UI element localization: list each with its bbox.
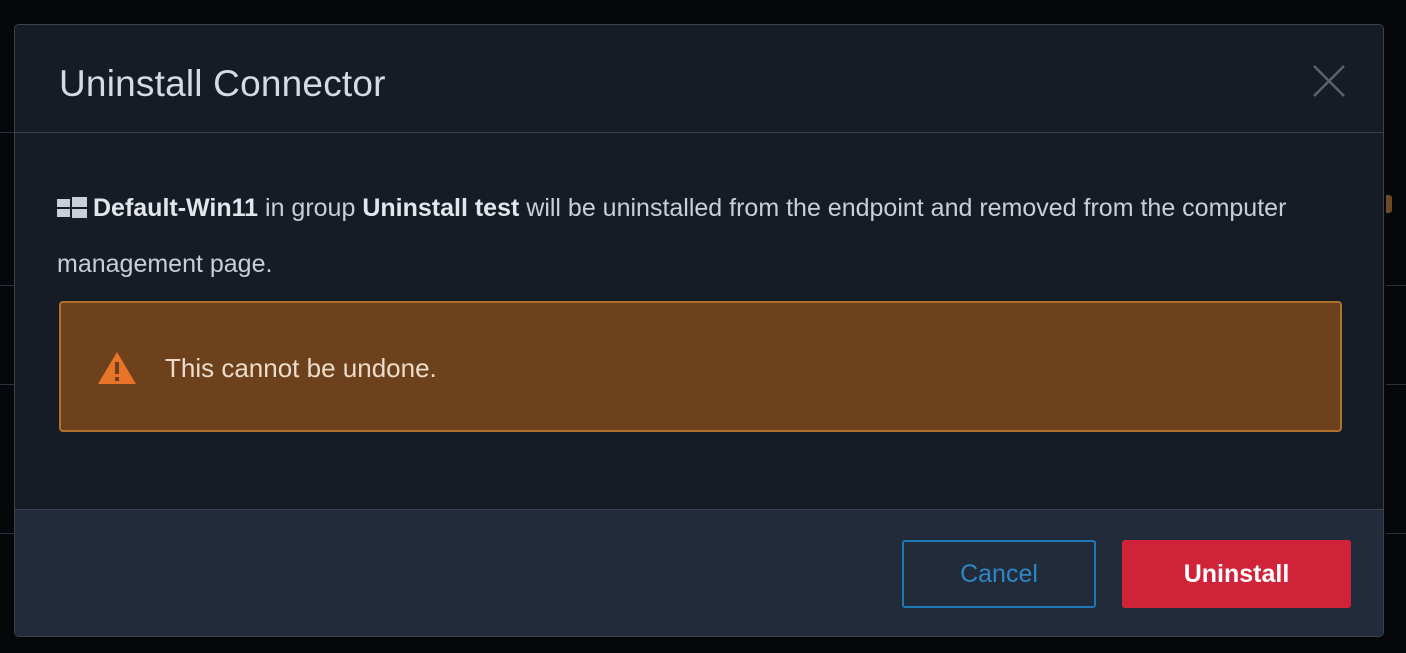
dialog-title: Uninstall Connector [59,63,386,104]
backdrop-divider [0,533,14,534]
warning-text: This cannot be undone. [165,353,437,383]
cancel-button[interactable]: Cancel [902,540,1096,608]
dialog-header: Uninstall Connector [15,25,1383,133]
uninstall-connector-dialog: Uninstall Connector Default-Win11 in gro… [14,24,1384,637]
computer-name: Default-Win11 [93,194,259,222]
close-button[interactable] [1311,63,1347,99]
message-group-prefix: in group [258,194,363,222]
backdrop-divider [1386,533,1406,534]
dialog-footer: Cancel Uninstall [15,509,1383,636]
backdrop-divider [1386,285,1406,286]
warning-alert: This cannot be undone. [59,301,1342,432]
backdrop-badge [1386,195,1392,213]
backdrop-divider [1386,384,1406,385]
close-icon [1311,63,1347,99]
uninstall-button[interactable]: Uninstall [1122,540,1351,608]
dialog-body: Default-Win11 in group Uninstall test wi… [15,133,1383,509]
backdrop-divider [0,285,14,286]
backdrop-divider [0,132,14,133]
uninstall-message: Default-Win11 in group Uninstall test wi… [57,181,1347,291]
windows-icon [57,183,87,237]
warning-triangle-icon [97,351,137,390]
group-name: Uninstall test [362,194,520,222]
backdrop-divider [0,384,14,385]
